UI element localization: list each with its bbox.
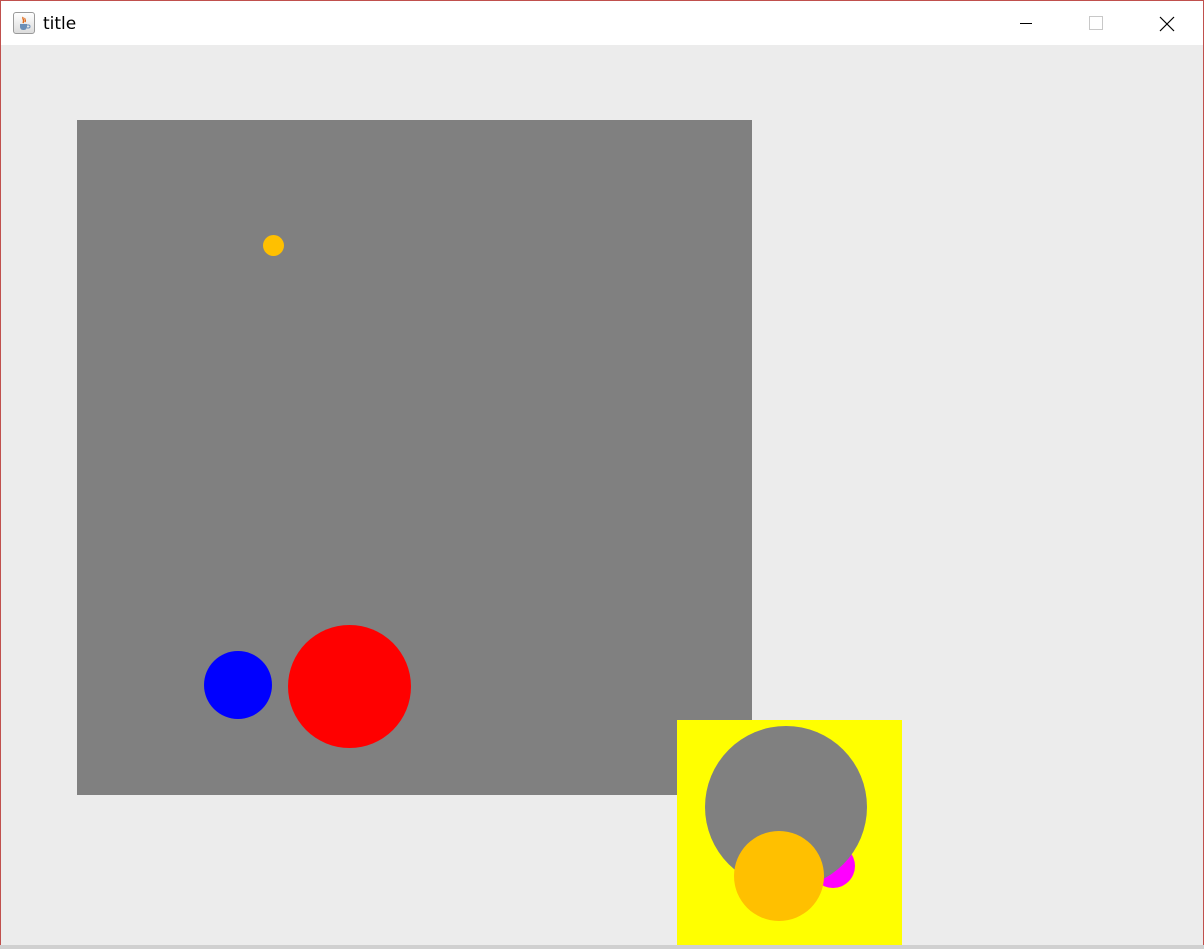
close-button[interactable] [1143, 1, 1189, 45]
yellow-square-panel [677, 720, 902, 945]
java-cup-icon [13, 12, 35, 34]
maximize-icon [1089, 16, 1103, 30]
drawing-canvas [1, 45, 1203, 948]
gray-square-panel [77, 120, 752, 795]
app-window: title [0, 0, 1204, 949]
orange-circle [734, 831, 824, 921]
maximize-button[interactable] [1073, 1, 1119, 45]
red-circle [288, 625, 411, 748]
blue-circle [204, 651, 272, 719]
minimize-button[interactable] [1003, 1, 1049, 45]
window-title: title [43, 14, 77, 34]
small-orange-dot [263, 235, 284, 256]
taskbar-edge [0, 945, 1204, 949]
title-bar[interactable]: title [1, 1, 1203, 45]
close-icon [1159, 16, 1175, 32]
minimize-icon [1020, 23, 1032, 24]
